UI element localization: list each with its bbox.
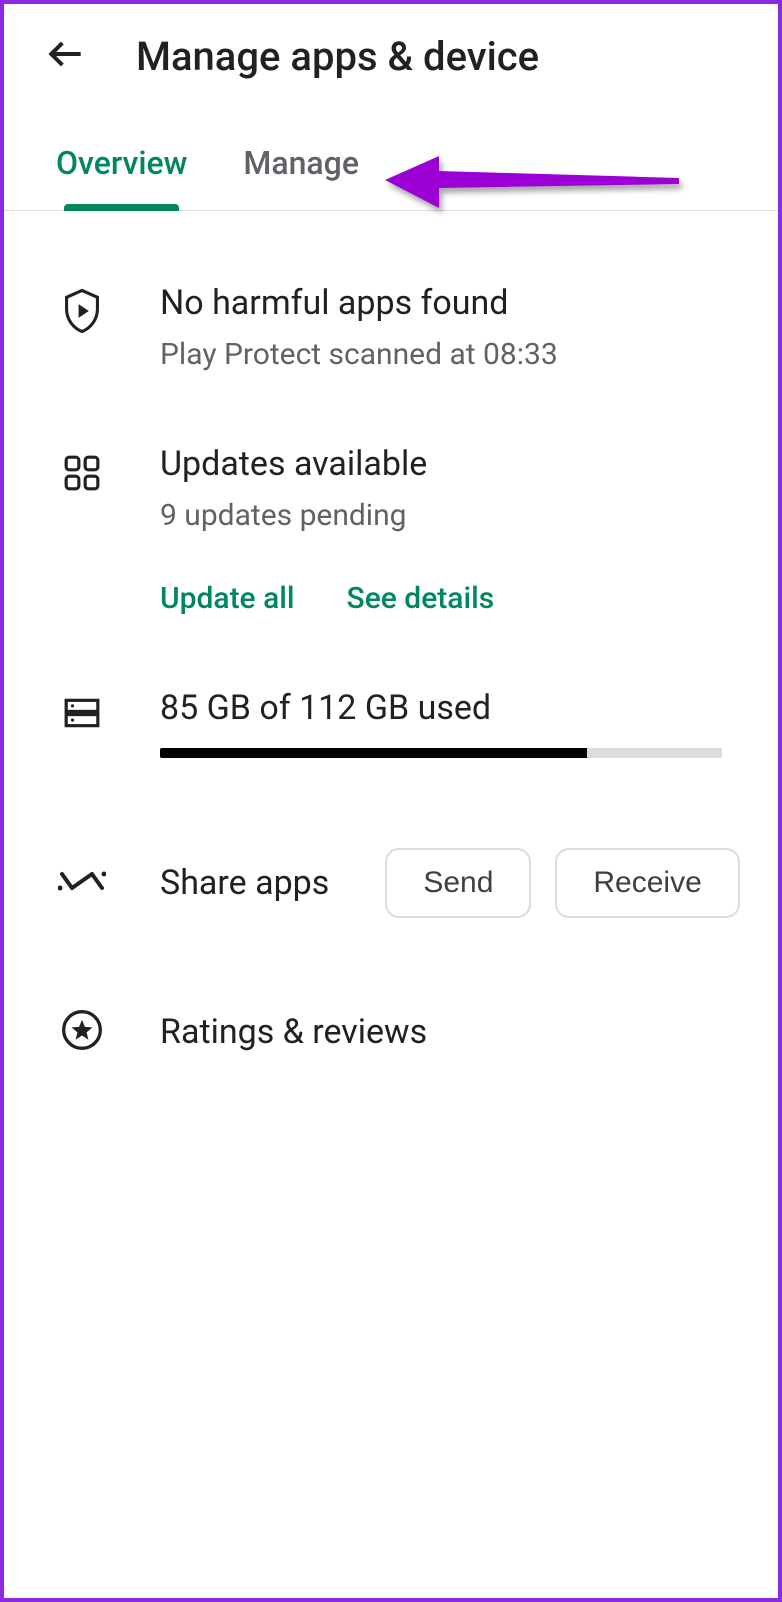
shield-play-icon — [61, 287, 103, 339]
protect-subtitle: Play Protect scanned at 08:33 — [160, 337, 722, 372]
back-arrow-icon[interactable] — [44, 32, 88, 80]
updates-subtitle: 9 updates pending — [160, 498, 722, 533]
content-area: No harmful apps found Play Protect scann… — [4, 211, 778, 1056]
tab-overview[interactable]: Overview — [56, 144, 187, 210]
ratings-label: Ratings & reviews — [160, 1012, 427, 1052]
see-details-button[interactable]: See details — [347, 581, 495, 616]
tab-manage[interactable]: Manage — [243, 144, 359, 210]
storage-progress-bar — [160, 748, 722, 758]
updates-section: Updates available 9 updates pending Upda… — [60, 372, 722, 616]
updates-title: Updates available — [160, 444, 722, 484]
play-protect-section[interactable]: No harmful apps found Play Protect scann… — [60, 211, 722, 372]
star-circle-icon — [60, 1008, 104, 1056]
storage-text: 85 GB of 112 GB used — [160, 688, 722, 728]
storage-icon — [63, 694, 101, 736]
update-all-button[interactable]: Update all — [160, 581, 295, 616]
send-button[interactable]: Send — [385, 848, 531, 918]
storage-progress-fill — [160, 748, 587, 758]
share-nearby-icon — [58, 866, 106, 900]
protect-title: No harmful apps found — [160, 283, 722, 323]
header: Manage apps & device — [4, 4, 778, 104]
ratings-reviews-section[interactable]: Ratings & reviews — [60, 918, 722, 1056]
storage-section[interactable]: 85 GB of 112 GB used — [60, 616, 722, 758]
receive-button[interactable]: Receive — [555, 848, 739, 918]
share-apps-label: Share apps — [160, 863, 329, 903]
share-apps-section: Share apps Send Receive — [60, 758, 722, 918]
page-title: Manage apps & device — [136, 33, 539, 80]
tab-bar: Overview Manage — [4, 104, 778, 211]
apps-grid-icon — [63, 454, 101, 496]
